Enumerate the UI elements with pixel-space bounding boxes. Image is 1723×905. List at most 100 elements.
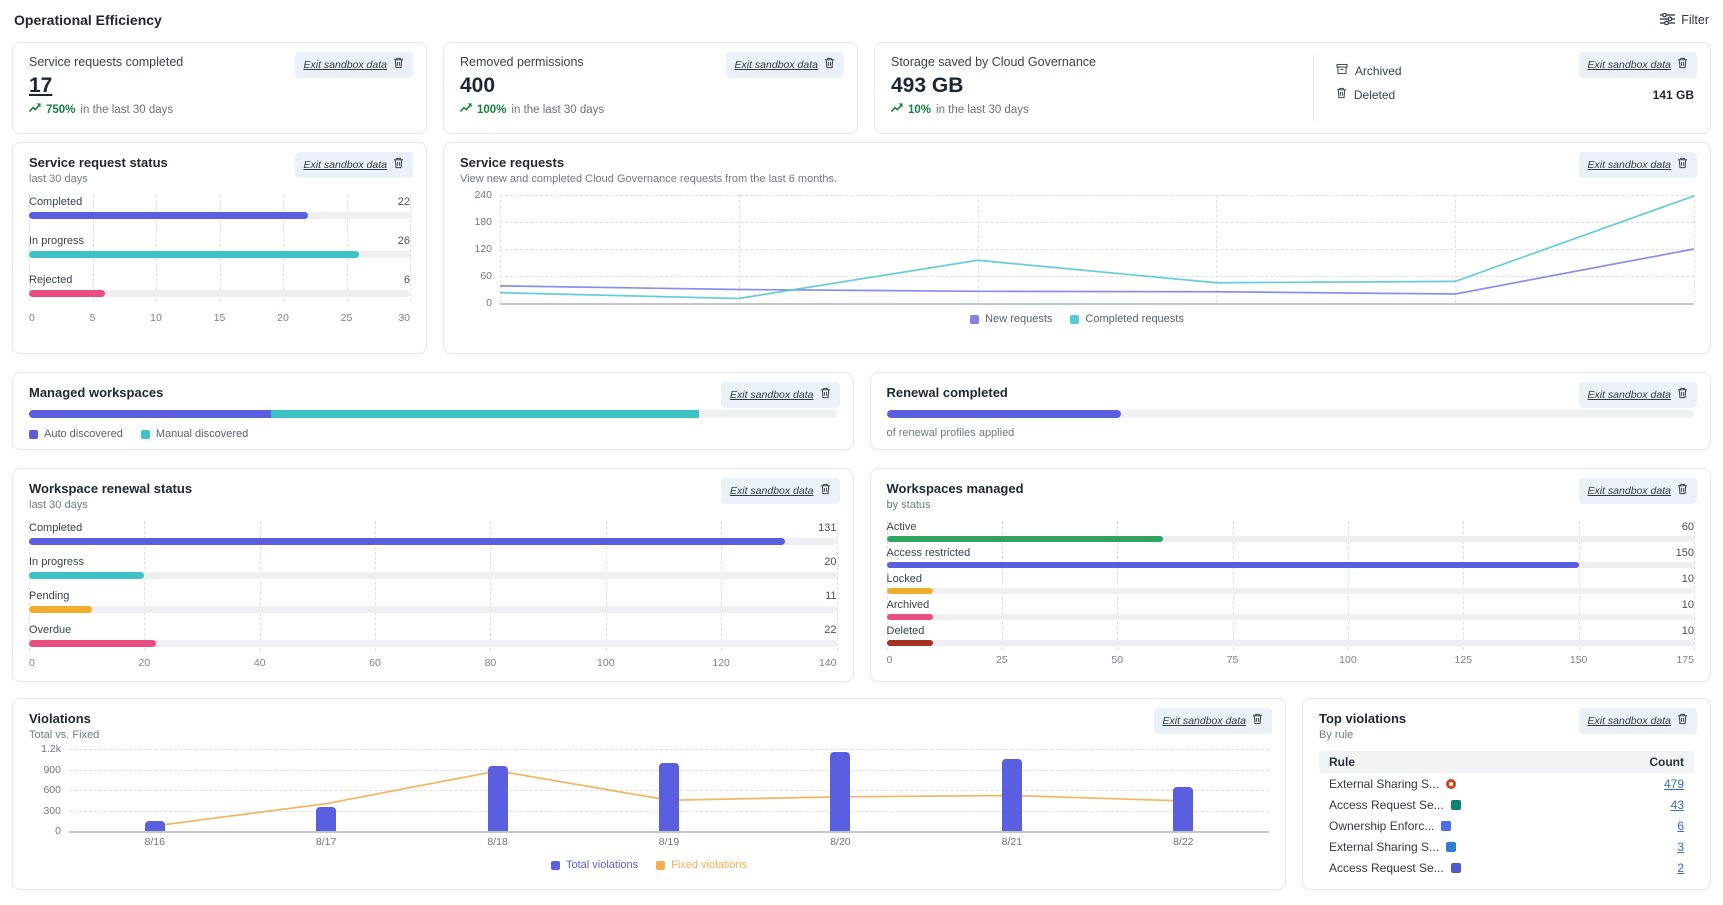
top-violations-table: Rule Count External Sharing S...479Acces… [1319,751,1694,878]
bar-fill [887,536,1164,542]
bar-label: In progress [29,235,84,247]
bar-fill [29,640,156,647]
onedrive-icon [1446,842,1456,852]
exit-sandbox-button[interactable]: Exit sandbox data [1579,52,1697,78]
bar-value: 10 [1682,573,1694,585]
rule-name: Access Request Se... [1329,861,1444,875]
trend-up-icon [891,103,903,116]
chart-legend: Auto discovered Manual discovered [29,428,837,440]
office-icon [1446,779,1456,789]
bar-label: Overdue [29,624,71,636]
legend-item: Auto discovered [29,428,123,440]
service-requests-card: Exit sandbox data Service requests View … [443,142,1711,354]
trend-percent: 100% [477,104,506,116]
trend-percent: 10% [908,104,931,116]
teams-icon [1451,863,1461,873]
exit-sandbox-button[interactable]: Exit sandbox data [295,52,413,78]
bar-row: Completed131 [29,521,837,545]
legend-item: Manual discovered [141,428,248,440]
violation-count-link[interactable]: 479 [1664,777,1684,791]
card-subtitle: last 30 days [29,499,837,511]
bar-fill [887,588,933,594]
page-title: Operational Efficiency [14,12,162,28]
exit-sandbox-button[interactable]: Exit sandbox data [1579,708,1697,734]
table-row[interactable]: External Sharing S...479 [1319,773,1694,794]
kpi-trend: 100% in the last 30 days [460,103,841,116]
exit-sandbox-label: Exit sandbox data [1163,715,1246,727]
table-row[interactable]: Ownership Enforc...6 [1319,815,1694,836]
table-row[interactable]: Access Request Se... 2 [1319,857,1694,878]
bar [830,752,850,831]
trash-icon [393,56,404,74]
exit-sandbox-button[interactable]: Exit sandbox data [1579,152,1697,178]
card-title: Service requests [460,155,1694,170]
bar-value: 6 [404,274,410,286]
bar [488,766,508,831]
x-tick: 8/18 [487,836,507,848]
exit-sandbox-button[interactable]: Exit sandbox data [1579,382,1697,408]
renewal-progress-bar [887,410,1695,418]
bar-label: Locked [887,573,922,585]
exit-sandbox-label: Exit sandbox data [1588,715,1671,727]
x-axis: 020406080100120140 [29,657,837,671]
kpi-value: 400 [460,74,495,98]
kpi-title: Storage saved by Cloud Governance [891,55,1303,69]
bar-fill [29,251,359,258]
stacked-bar [29,410,837,418]
workspaces-managed-chart: Active60Access restricted150Locked10Arch… [887,521,1695,668]
exit-sandbox-label: Exit sandbox data [304,159,387,171]
x-axis: 8/168/178/188/198/208/218/22 [69,836,1269,849]
x-tick: 8/22 [1173,836,1193,848]
bar-row: Overdue22 [29,623,837,647]
kpi-value-link[interactable]: 17 [29,74,52,98]
violation-count-link[interactable]: 2 [1677,861,1684,875]
bar [1002,759,1022,831]
violations-row: Exit sandbox data Violations Total vs. F… [12,698,1711,890]
bar-fill [29,538,785,545]
card-title: Workspace renewal status [29,481,837,496]
card-subtitle: Total vs. Fixed [29,729,1269,741]
exit-sandbox-button[interactable]: Exit sandbox data [726,52,844,78]
x-axis: 0255075100125150175 [887,654,1695,668]
sharepoint-icon [1451,800,1461,810]
exit-sandbox-button[interactable]: Exit sandbox data [1154,708,1272,734]
workspaces-managed-card: Exit sandbox data Workspaces managed by … [870,468,1712,682]
trash-icon [824,56,835,74]
trash-icon [1677,386,1688,404]
kpi-trend: 750% in the last 30 days [29,103,410,116]
bar-row: Access restricted150 [887,547,1695,568]
trash-icon [1677,712,1688,730]
chart-legend: Total violationsFixed violations [29,859,1269,871]
bar-value: 150 [1676,547,1694,559]
bar-value: 10 [1682,599,1694,611]
legend-item: Completed requests [1070,313,1183,325]
operational-efficiency-dashboard: Operational Efficiency Filter Exit sandb… [0,0,1723,905]
exit-sandbox-button[interactable]: Exit sandbox data [295,152,413,178]
trend-up-icon [29,103,41,116]
exit-sandbox-label: Exit sandbox data [304,59,387,71]
exit-sandbox-button[interactable]: Exit sandbox data [1579,478,1697,504]
managed-workspaces-card: Exit sandbox data Managed workspaces Aut… [12,372,854,450]
table-row[interactable]: Access Request Se...43 [1319,794,1694,815]
bar-fill [29,606,92,613]
bar-fill [29,572,144,579]
exit-sandbox-label: Exit sandbox data [1588,389,1671,401]
workspace-renewal-status-chart: Completed131In progress20Pending11Overdu… [29,521,837,671]
table-row[interactable]: External Sharing S...3 [1319,836,1694,857]
exit-sandbox-label: Exit sandbox data [730,389,813,401]
trend-suffix: in the last 30 days [511,104,604,116]
filter-button[interactable]: Filter [1660,13,1709,28]
exit-sandbox-label: Exit sandbox data [1588,485,1671,497]
trash-icon [393,156,404,174]
service-request-status-card: Exit sandbox data Service request status… [12,142,427,354]
x-tick: 8/16 [144,836,164,848]
exit-sandbox-button[interactable]: Exit sandbox data [721,382,839,408]
violation-count-link[interactable]: 3 [1677,840,1684,854]
x-tick: 8/17 [316,836,336,848]
violation-count-link[interactable]: 6 [1677,819,1684,833]
filter-icon [1660,13,1675,28]
bar [145,821,165,831]
violation-count-link[interactable]: 43 [1671,798,1684,812]
trend-percent: 750% [46,104,75,116]
exit-sandbox-button[interactable]: Exit sandbox data [721,478,839,504]
